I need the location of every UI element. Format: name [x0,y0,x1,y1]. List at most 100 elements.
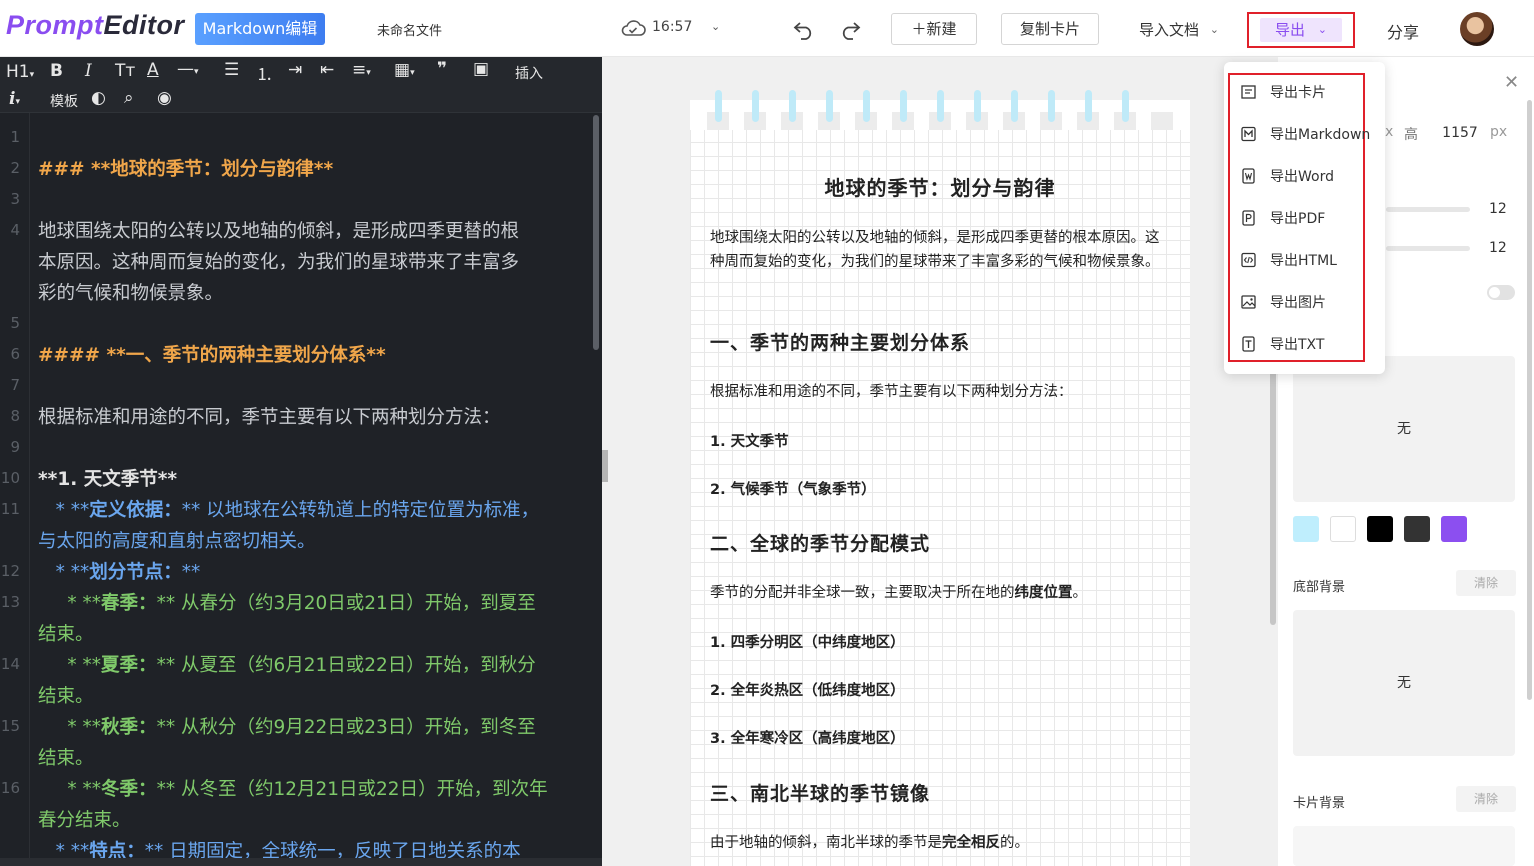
editor-status-bar [0,858,602,866]
line-number: 15 [0,717,20,735]
file-name[interactable]: 未命名文件 [377,20,442,39]
width-unit: x [1385,124,1394,140]
undo-icon[interactable] [792,17,816,41]
ring [1011,90,1018,122]
slider-2-value: 12 [1489,240,1507,256]
swatch-black[interactable] [1367,516,1393,542]
bold-icon[interactable]: B [50,61,63,81]
ring [715,90,722,122]
slider-1[interactable] [1386,207,1470,212]
template-button[interactable]: 模板 [50,91,78,111]
redo-icon[interactable] [838,17,862,41]
image-icon [1241,295,1256,309]
align-icon[interactable]: ≡▾ [352,60,371,80]
preview-heading: 一、季节的两种主要划分体系 [710,332,971,354]
ordered-list-icon[interactable]: ⒈ [256,60,273,85]
chevron-down-icon[interactable]: ⌄ [711,20,720,33]
html-icon [1241,252,1256,268]
height-unit: px [1490,124,1508,140]
pdf-icon [1242,210,1255,226]
editor-scrollbar[interactable] [593,115,599,350]
line-number: 8 [10,407,20,425]
ring [789,90,796,122]
search-icon[interactable]: ⌕ [124,88,134,108]
code-line: * **冬季：** 从冬至（约12月21日或22日）开始，到次年 [38,779,548,800]
logo-editor: Editor [103,10,185,40]
line-number: 2 [10,159,20,177]
code-line: 本原因。这种周而复始的变化，为我们的星球带来了丰富多 [38,252,520,273]
export-button[interactable]: 导出 ⌄ [1260,18,1342,42]
markdown-mode-badge[interactable]: Markdown编辑 [195,13,325,45]
split-drag-handle[interactable] [602,450,608,482]
card-background-picker[interactable] [1293,826,1515,866]
height-input[interactable]: 1157 [1431,117,1489,149]
new-button[interactable]: ＋新建 [891,13,977,45]
quote-icon[interactable]: ❞ [437,59,447,79]
export-item-label: 导出HTML [1270,253,1337,269]
export-highlight: 导出 ⌄ [1247,12,1355,48]
indent-icon[interactable]: ⇥ [288,60,302,80]
export-item-label: 导出Word [1270,169,1334,185]
insert-button[interactable]: 插入 [515,63,543,83]
chevron-down-icon: ⌄ [1209,23,1220,36]
swatch-dark-gray[interactable] [1404,516,1430,542]
swatch-light-blue[interactable] [1293,516,1319,542]
card-icon [1241,85,1256,99]
italic-format-icon[interactable]: i▾ [9,89,20,109]
line-number: 13 [0,593,20,611]
palette-icon[interactable]: ◐ [91,88,106,108]
import-document-button[interactable]: 导入文档 ⌄ [1139,19,1219,40]
app-logo[interactable]: PromptEditor [6,10,185,41]
unordered-list-icon[interactable]: ☰ [224,60,239,80]
heading-dropdown[interactable]: H1▾ [6,62,34,82]
table-icon[interactable]: ▦▾ [394,60,415,80]
panel-scrollbar[interactable] [1527,100,1532,700]
line-number: 1 [10,128,20,146]
preview-list-item: 1. 天文季节 [710,434,789,450]
close-icon[interactable]: ✕ [1504,72,1519,93]
code-line: 结束。 [38,748,94,769]
height-label: 高 [1404,127,1418,143]
code-line: 结束。 [38,624,94,645]
notebook-rings [690,90,1190,130]
swatch-purple[interactable] [1441,516,1467,542]
code-line: ### **地球的季节：划分与韵律** [38,159,334,180]
line-number: 12 [0,562,20,580]
italic-icon[interactable]: I [85,61,92,81]
share-button[interactable]: 分享 [1387,19,1419,43]
copy-card-button[interactable]: 复制卡片 [1001,13,1099,45]
font-color-icon[interactable]: A [147,60,159,80]
code-line: * **划分节点：** [38,562,201,583]
top-background-picker[interactable]: 无 [1293,356,1515,502]
toggle-switch[interactable] [1487,285,1515,300]
font-size-icon[interactable]: Tт [115,61,135,81]
bottom-background-clear-button[interactable]: 清除 [1456,570,1516,596]
outdent-icon[interactable]: ⇤ [320,60,334,80]
preview-list-item: 3. 全年寒冷区（高纬度地区） [710,731,905,747]
line-number: 7 [10,376,20,394]
preview-eye-icon[interactable]: ◉ [157,88,172,108]
code-line: 春分结束。 [38,810,131,831]
logo-prompt: Prompt [6,10,104,40]
code-line: 与太阳的高度和直射点密切相关。 [38,531,316,552]
line-number-gutter: 1 2 3 4 5 6 7 8 9 10 11 12 13 14 15 16 [0,113,30,858]
export-label: 导出 [1274,21,1305,39]
slider-2[interactable] [1386,246,1470,251]
line-number: 14 [0,655,20,673]
ring [1085,90,1092,122]
swatch-white[interactable] [1330,516,1356,542]
user-avatar[interactable] [1460,12,1494,46]
export-item-label: 导出TXT [1270,337,1325,353]
bottom-background-label: 底部背景 [1293,580,1346,595]
ring [1122,90,1129,122]
code-line: * **特点：** 日期固定，全球统一，反映了日地关系的本 [38,841,521,858]
card-background-clear-button[interactable]: 清除 [1456,786,1516,812]
sync-time: 16:57 [652,19,693,35]
bottom-background-picker[interactable]: 无 [1293,610,1515,756]
image-icon[interactable]: ▣ [473,59,489,79]
preview-paragraph: 地球围绕太阳的公转以及地轴的倾斜，是形成四季更替的根本原因。这种周而复始的变化，… [710,230,1160,270]
code-line: 彩的气候和物候景象。 [38,283,224,304]
markdown-editor[interactable]: H1▾ B I Tт A —▾ ☰ ⒈ ⇥ ⇤ ≡▾ ▦▾ ❞ ▣ 插入 i▾ … [0,57,602,866]
preview-paragraph: 根据标准和用途的不同，季节主要有以下两种划分方法： [710,384,1073,400]
horizontal-rule-icon[interactable]: —▾ [177,59,199,79]
